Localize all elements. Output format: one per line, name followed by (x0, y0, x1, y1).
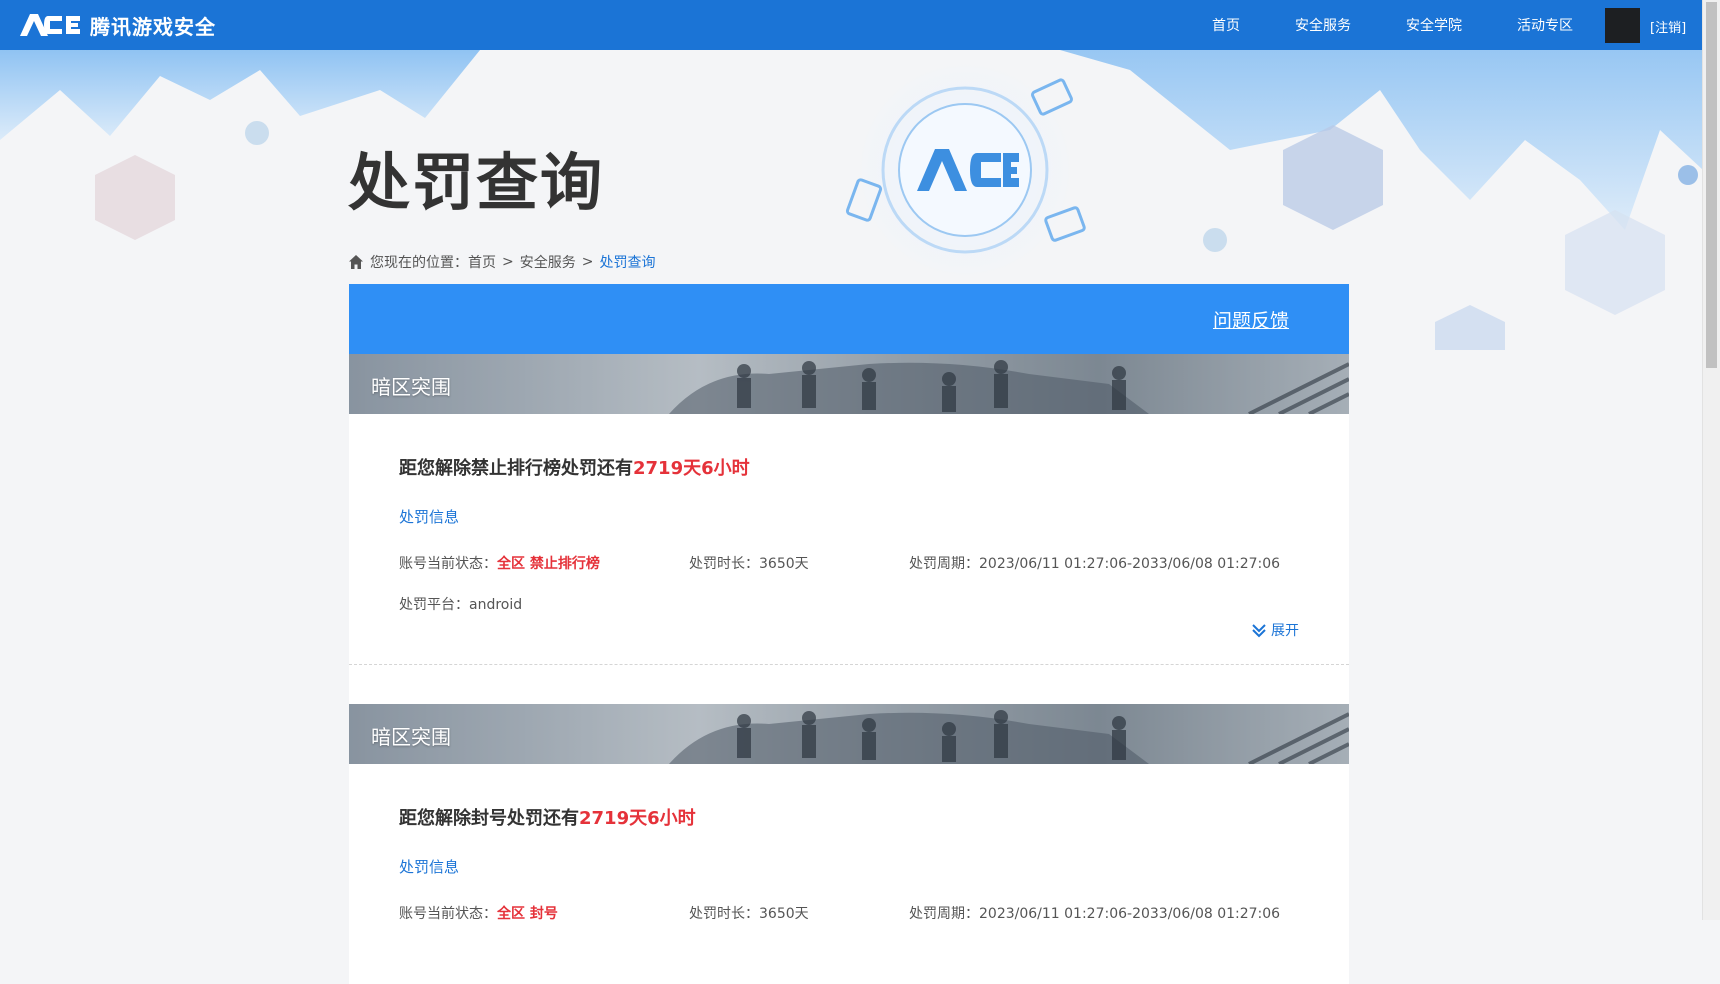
penalty-item: 距您解除禁止排行榜处罚还有2719天6小时 处罚信息 账号当前状态：全区 禁止排… (349, 414, 1349, 664)
game-banner-art (349, 704, 1349, 764)
penalty-headline: 距您解除封号处罚还有2719天6小时 (399, 764, 1299, 830)
scrollbar-thumb[interactable] (1706, 2, 1717, 368)
nav-activity-zone[interactable]: 活动专区 (1517, 15, 1573, 35)
penalty-headline: 距您解除禁止排行榜处罚还有2719天6小时 (399, 414, 1299, 480)
penalty-card: 问题反馈 暗区突围 距您解除禁止排行榜处罚还有2719天6小时 处罚信息 账号当… (349, 284, 1349, 984)
status-value: 全区 禁止排行榜 (497, 556, 600, 572)
feedback-link[interactable]: 问题反馈 (1213, 306, 1289, 333)
penalty-details: 账号当前状态：全区 封号 处罚时长：3650天 处罚周期：2023/06/11 … (399, 877, 1299, 969)
breadcrumb-home[interactable]: 首页 (468, 252, 496, 272)
main-nav: 首页 安全服务 安全学院 活动专区 (1157, 0, 1573, 50)
period-value: 2023/06/11 01:27:06-2033/06/08 01:27:06 (979, 556, 1281, 572)
ace-logo-icon (20, 14, 80, 36)
expand-button[interactable]: 展开 (1251, 620, 1299, 640)
platform-label: 处罚平台： (399, 597, 469, 613)
game-name: 暗区突围 (371, 725, 451, 749)
nav-security-academy[interactable]: 安全学院 (1406, 15, 1462, 35)
penalty-item: 距您解除封号处罚还有2719天6小时 处罚信息 账号当前状态：全区 封号 处罚时… (349, 764, 1349, 964)
breadcrumb: 您现在的位置： 首页 > 安全服务 > 处罚查询 (348, 252, 655, 272)
game-banner: 暗区突围 (349, 704, 1349, 764)
home-icon (349, 255, 363, 269)
expand-label: 展开 (1271, 623, 1299, 639)
platform-value: android (469, 597, 523, 613)
status-label: 账号当前状态： (399, 556, 497, 572)
logout-link[interactable]: [注销] (1650, 17, 1686, 36)
penalty-details: 账号当前状态：全区 禁止排行榜 处罚时长：3650天 处罚周期：2023/06/… (399, 527, 1299, 619)
game-name: 暗区突围 (371, 375, 451, 399)
penalty-period: 处罚周期：2023/06/11 01:27:06-2033/06/08 01:2… (909, 903, 1280, 923)
page-title: 处罚查询 (348, 146, 605, 219)
game-banner-art (349, 354, 1349, 414)
headline-text: 距您解除禁止排行榜处罚还有 (399, 458, 633, 479)
penalty-period: 处罚周期：2023/06/11 01:27:06-2033/06/08 01:2… (909, 553, 1280, 573)
remaining-time: 2719天6小时 (633, 458, 750, 479)
penalty-info-title: 处罚信息 (399, 858, 460, 876)
penalty-platform: 处罚平台：android (399, 594, 522, 614)
ace-logo[interactable]: 腾讯游戏安全 (18, 10, 216, 40)
account-status: 账号当前状态：全区 禁止排行榜 (399, 553, 600, 573)
breadcrumb-separator: > (502, 254, 514, 270)
nav-security-service[interactable]: 安全服务 (1295, 15, 1351, 35)
period-label: 处罚周期： (909, 556, 979, 572)
headline-text: 距您解除封号处罚还有 (399, 808, 579, 829)
vertical-scrollbar[interactable] (1702, 0, 1720, 920)
account-status: 账号当前状态：全区 封号 (399, 903, 558, 923)
logo-text: 腾讯游戏安全 (90, 14, 216, 39)
penalty-duration: 处罚时长：3650天 (689, 553, 809, 573)
breadcrumb-security-service[interactable]: 安全服务 (520, 252, 576, 272)
nav-home[interactable]: 首页 (1212, 15, 1240, 35)
duration-label: 处罚时长： (689, 556, 759, 572)
breadcrumb-current: 处罚查询 (599, 255, 656, 271)
remaining-time: 2719天6小时 (579, 808, 696, 829)
top-navbar: 腾讯游戏安全 首页 安全服务 安全学院 活动专区 [注销] (0, 0, 1703, 50)
avatar[interactable] (1605, 8, 1640, 43)
breadcrumb-prefix: 您现在的位置： (370, 255, 468, 271)
penalty-info-title: 处罚信息 (399, 508, 460, 526)
breadcrumb-separator: > (581, 254, 594, 270)
card-header: 问题反馈 (349, 284, 1349, 354)
penalty-duration: 处罚时长：3650天 (689, 903, 809, 923)
double-chevron-down-icon (1252, 624, 1266, 638)
duration-value: 3650天 (759, 556, 809, 572)
game-banner: 暗区突围 (349, 354, 1349, 414)
